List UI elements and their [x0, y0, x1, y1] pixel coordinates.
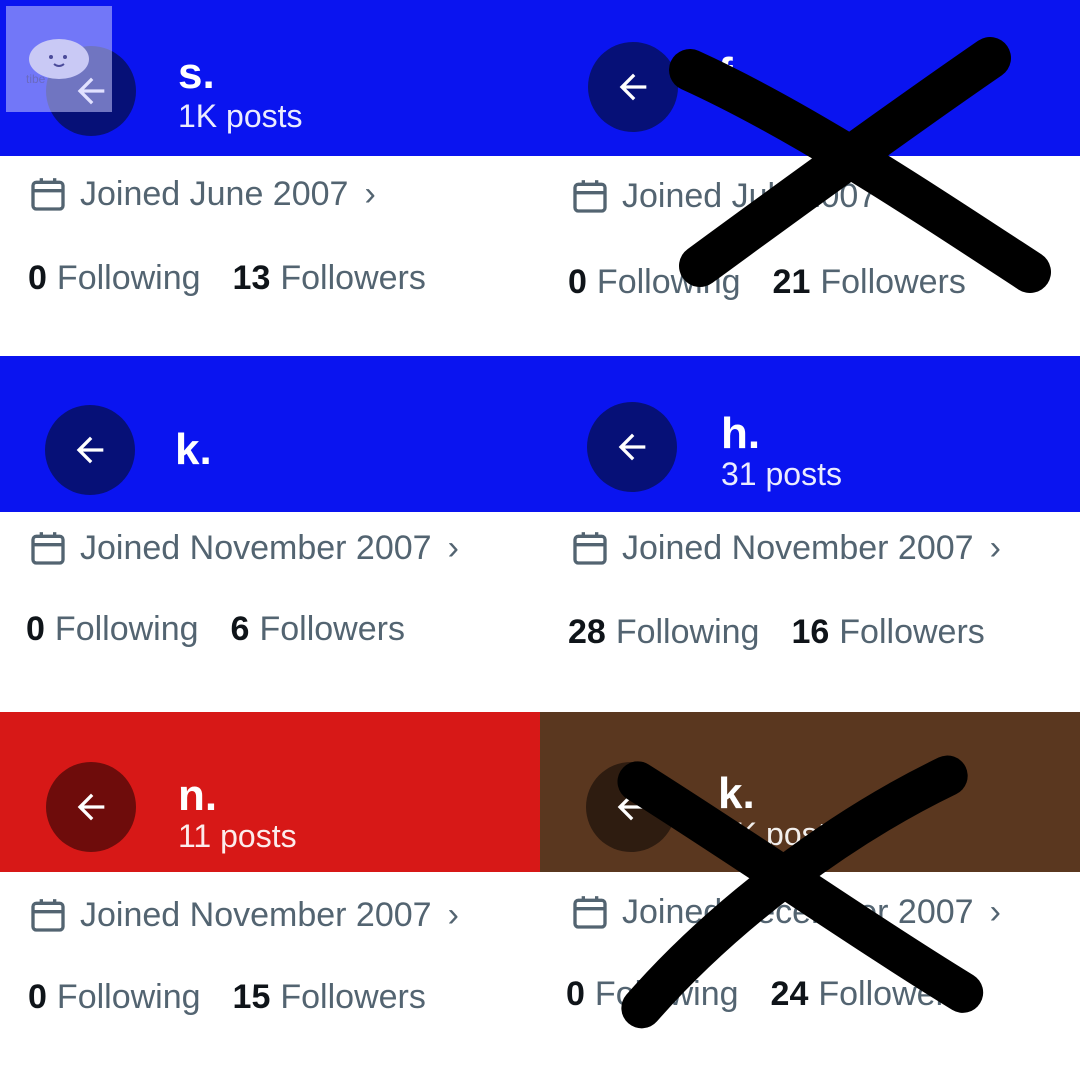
arrow-left-icon: [76, 436, 104, 464]
following-label: Following: [615, 612, 760, 651]
profile-name: s.: [178, 49, 215, 98]
following-label: Following: [54, 609, 199, 648]
arrow-left-icon: [617, 793, 645, 821]
calendar-icon: [573, 896, 607, 929]
followers-count: 24: [770, 974, 809, 1013]
following-label: Following: [596, 262, 741, 301]
profile-card: f Joined July 2007 › 0 Following 21 Foll…: [540, 0, 1080, 356]
follow-stats: 0 Following 21 Followers: [568, 262, 966, 302]
calendar-icon: [31, 178, 65, 211]
chevron-right-icon: ›: [989, 892, 1001, 931]
followers-stat[interactable]: 24 Followers: [771, 975, 964, 1014]
followers-count: 15: [232, 977, 271, 1016]
follow-stats: 0 Following 13 Followers: [28, 258, 426, 298]
followers-stat[interactable]: 13 Followers: [233, 259, 426, 298]
followers-label: Followers: [280, 258, 426, 297]
following-stat[interactable]: 0 Following: [28, 259, 201, 298]
following-stat[interactable]: 0 Following: [28, 978, 201, 1017]
profile-card: k. Joined November 2007 › 0 Following 6 …: [0, 356, 540, 712]
joined-date-row[interactable]: Joined June 2007 ›: [28, 174, 376, 214]
calendar-icon: [573, 180, 607, 213]
followers-stat[interactable]: 15 Followers: [233, 978, 426, 1017]
profile-card: h. 31 posts Joined November 2007 › 28 Fo…: [540, 356, 1080, 712]
calendar-icon: [31, 899, 65, 932]
following-count: 0: [568, 262, 587, 301]
chevron-right-icon: ›: [447, 528, 459, 567]
following-count: 0: [28, 258, 47, 297]
follow-stats: 28 Following 16 Followers: [568, 612, 985, 652]
follow-stats: 0 Following 15 Followers: [28, 977, 426, 1017]
follow-stats: 0 Following 24 Followers: [566, 974, 964, 1014]
follow-stats: 0 Following 6 Followers: [26, 609, 405, 649]
joined-date-row[interactable]: Joined November 2007 ›: [28, 528, 459, 568]
back-button[interactable]: [588, 42, 678, 132]
followers-label: Followers: [820, 262, 966, 301]
following-count: 28: [568, 612, 606, 651]
following-stat[interactable]: 0 Following: [566, 975, 739, 1014]
profile-name: k.: [718, 769, 755, 818]
following-label: Following: [56, 258, 201, 297]
following-label: Following: [594, 974, 739, 1013]
profile-name: n.: [178, 771, 218, 820]
back-button[interactable]: [586, 762, 676, 852]
joined-date-text: Joined November 2007: [80, 528, 432, 567]
following-stat[interactable]: 28 Following: [568, 613, 759, 652]
followers-count: 21: [772, 262, 811, 301]
calendar-icon: [31, 532, 65, 565]
profile-name: h.: [721, 409, 761, 458]
arrow-left-icon: [77, 793, 105, 821]
joined-date-row[interactable]: Joined July 2007 ›: [570, 176, 905, 216]
followers-count: 16: [791, 612, 830, 651]
profile-card: n. 11 posts Joined November 2007 › 0 Fol…: [0, 712, 540, 1080]
chevron-right-icon: ›: [447, 895, 459, 934]
followers-label: Followers: [818, 974, 964, 1013]
followers-label: Followers: [839, 612, 985, 651]
following-count: 0: [566, 974, 585, 1013]
following-count: 0: [26, 609, 45, 648]
joined-date-row[interactable]: Joined December 2007 ›: [570, 892, 1001, 932]
followers-stat[interactable]: 6 Followers: [231, 610, 405, 649]
calendar-icon: [573, 532, 607, 565]
joined-date-text: Joined November 2007: [622, 528, 974, 567]
joined-date-text: Joined December 2007: [622, 892, 974, 931]
followers-label: Followers: [280, 977, 426, 1016]
followers-stat[interactable]: 21 Followers: [773, 263, 966, 302]
following-stat[interactable]: 0 Following: [568, 263, 741, 302]
following-stat[interactable]: 0 Following: [26, 610, 199, 649]
joined-date-text: Joined June 2007: [80, 174, 349, 213]
posts-count: 31 posts: [721, 456, 842, 492]
arrow-left-icon: [619, 73, 647, 101]
followers-count: 13: [232, 258, 271, 297]
chevron-right-icon: ›: [893, 176, 905, 215]
watermark-text: tibe: [26, 72, 46, 86]
profile-card: k. 5K posts Joined December 2007 › 0 Fol…: [540, 712, 1080, 1080]
following-label: Following: [56, 977, 201, 1016]
posts-count: 1K posts: [178, 98, 303, 134]
posts-count: 11 posts: [178, 818, 297, 854]
joined-date-text: Joined July 2007: [622, 176, 878, 215]
arrow-left-icon: [618, 433, 646, 461]
watermark-sticker: tibe: [6, 6, 112, 112]
posts-count: 5K posts: [718, 816, 843, 852]
following-count: 0: [28, 977, 47, 1016]
joined-date-row[interactable]: Joined November 2007 ›: [28, 895, 459, 935]
followers-count: 6: [230, 609, 250, 648]
joined-date-text: Joined November 2007: [80, 895, 432, 934]
chevron-right-icon: ›: [364, 174, 376, 213]
chevron-right-icon: ›: [989, 528, 1001, 567]
profile-name: f: [718, 49, 733, 98]
followers-label: Followers: [259, 609, 405, 648]
back-button[interactable]: [46, 762, 136, 852]
back-button[interactable]: [587, 402, 677, 492]
followers-stat[interactable]: 16 Followers: [791, 613, 984, 652]
joined-date-row[interactable]: Joined November 2007 ›: [570, 528, 1001, 568]
back-button[interactable]: [45, 405, 135, 495]
profile-name: k.: [175, 425, 212, 474]
